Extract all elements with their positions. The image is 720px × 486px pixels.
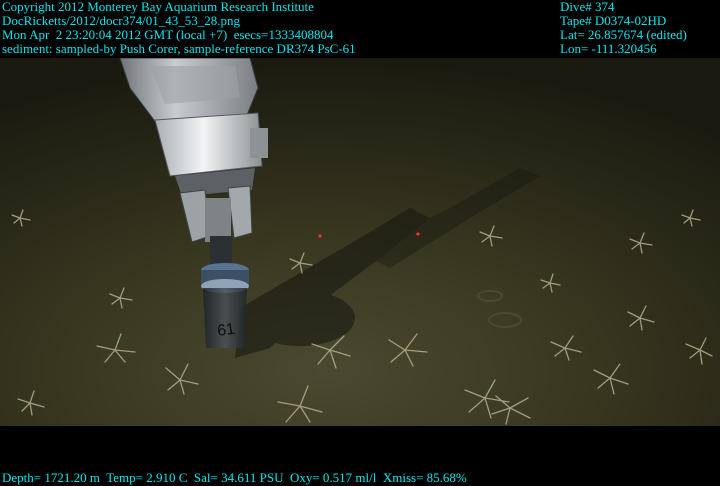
file-path-text: DocRicketts/2012/docr374/01_43_53_28.png — [2, 13, 240, 28]
longitude-text: Lon= -111.320456 — [560, 41, 657, 56]
tape-number-text: Tape# D0374-02HD — [560, 13, 667, 28]
timestamp-text: Mon Apr 2 23:20:04 2012 GMT (local +7) e… — [2, 27, 334, 42]
sample-note-text: sediment: sampled-by Push Corer, sample-… — [2, 41, 356, 56]
telemetry-line: Depth= 1721.20 m Temp= 2.910 C Sal= 34.6… — [2, 470, 467, 485]
latitude-text: Lat= 26.857674 (edited) — [560, 27, 687, 42]
left-info-block: Copyright 2012 Monterey Bay Aquarium Res… — [2, 0, 356, 56]
right-info-block: Dive# 374 Tape# D0374-02HD Lat= 26.857674 … — [560, 0, 687, 56]
dive-number-text: Dive# 374 — [560, 0, 615, 14]
corer-label: 61 — [216, 321, 236, 340]
seafloor-video-frame: 61 — [0, 58, 720, 426]
copyright-text: Copyright 2012 Monterey Bay Aquarium Res… — [2, 0, 314, 14]
